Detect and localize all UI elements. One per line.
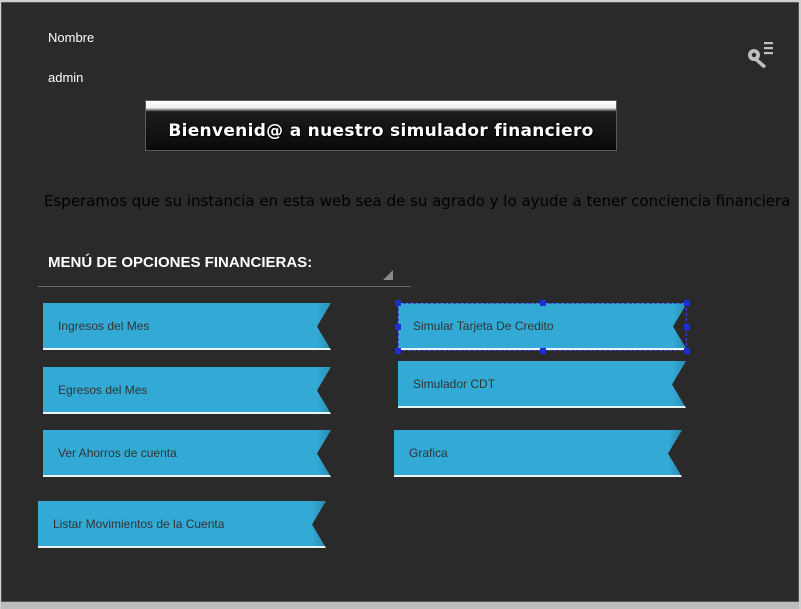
ingresos-button[interactable]: Ingresos del Mes bbox=[43, 303, 331, 350]
egresos-button[interactable]: Egresos del Mes bbox=[43, 367, 331, 414]
grafica-button[interactable]: Grafica bbox=[394, 430, 682, 477]
ahorros-button[interactable]: Ver Ahorros de cuenta bbox=[43, 430, 331, 477]
resize-handle[interactable] bbox=[684, 300, 690, 306]
listar-movimientos-button[interactable]: Listar Movimientos de la Cuenta bbox=[38, 501, 326, 548]
resize-handle[interactable] bbox=[684, 324, 690, 330]
resize-handle[interactable] bbox=[684, 348, 690, 354]
resize-handle[interactable] bbox=[395, 348, 401, 354]
bottom-bar bbox=[1, 602, 799, 609]
simular-tarjeta-button[interactable]: Simular Tarjeta De Credito bbox=[398, 303, 687, 350]
welcome-banner: Bienvenid@ a nuestro simulador financier… bbox=[145, 100, 617, 151]
resize-grip-icon[interactable] bbox=[383, 270, 393, 280]
key-menu-icon[interactable] bbox=[744, 38, 778, 72]
resize-handle[interactable] bbox=[540, 348, 546, 354]
resize-handle[interactable] bbox=[395, 324, 401, 330]
menu-heading: MENÚ DE OPCIONES FINANCIERAS: bbox=[48, 254, 313, 271]
username-value: admin bbox=[48, 70, 84, 85]
resize-handle[interactable] bbox=[540, 300, 546, 306]
name-label: Nombre bbox=[48, 30, 95, 45]
resize-handle[interactable] bbox=[395, 300, 401, 306]
simulador-cdt-button[interactable]: Simulador CDT bbox=[398, 361, 686, 408]
banner-title: Bienvenid@ a nuestro simulador financier… bbox=[168, 120, 594, 141]
welcome-subtitle: Esperamos que su instancia en esta web s… bbox=[44, 192, 791, 210]
menu-divider bbox=[38, 286, 411, 287]
